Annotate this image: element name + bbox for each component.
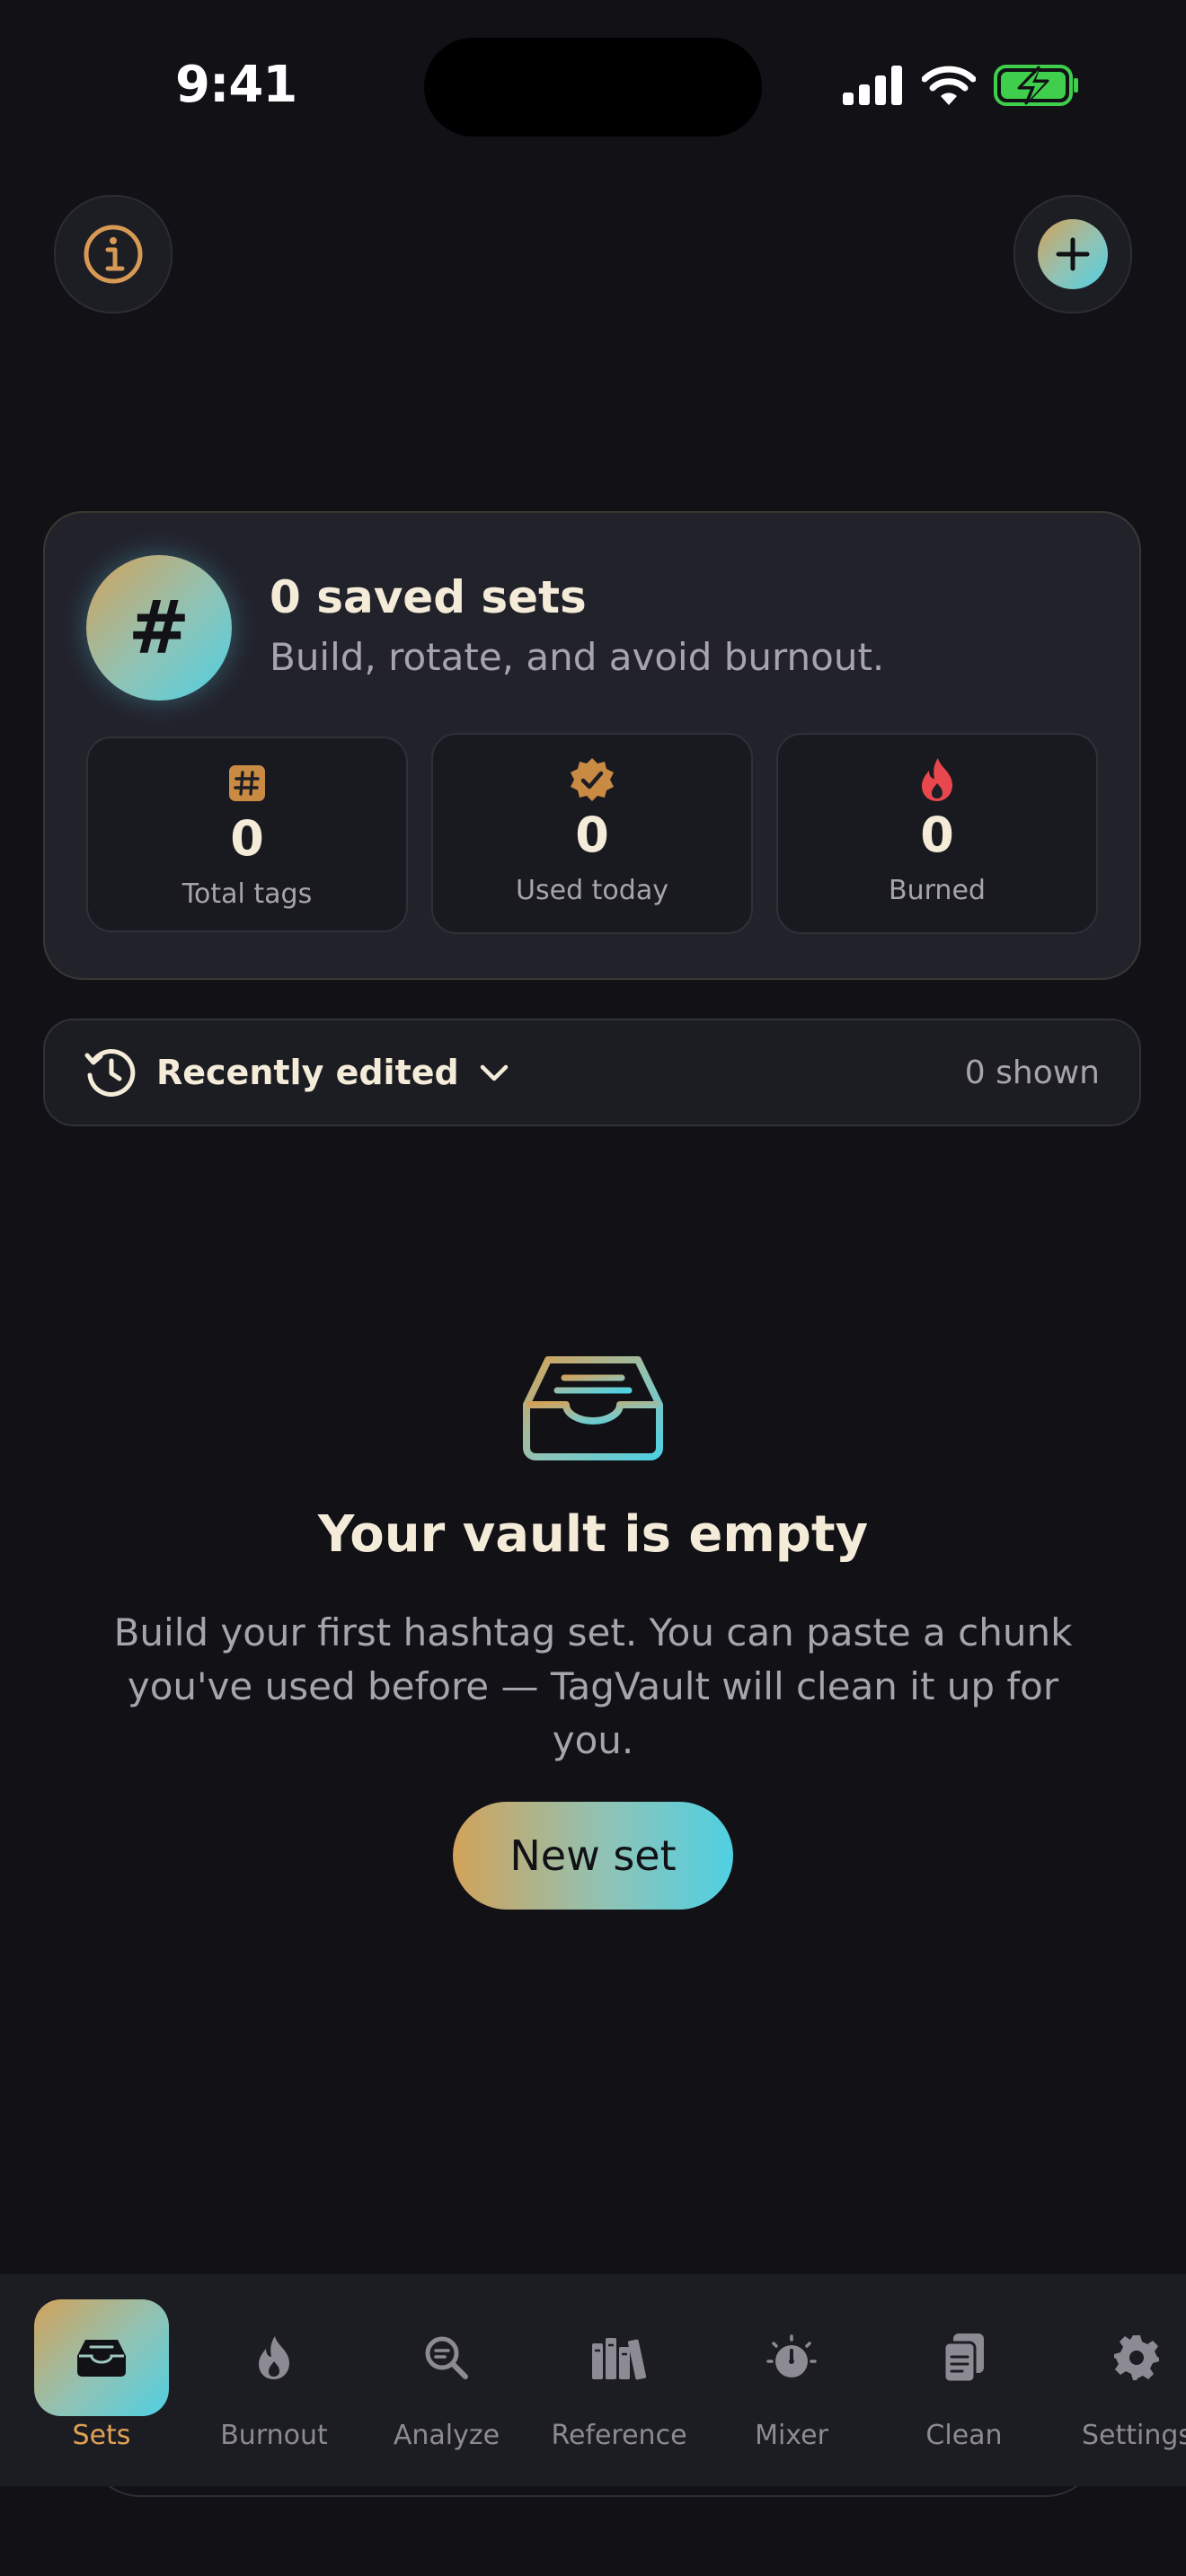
stat-used-today: 0 Used today	[431, 733, 753, 934]
plus-icon	[1038, 219, 1108, 289]
tab-label: Clean	[925, 2420, 1003, 2451]
tab-burnout[interactable]: Burnout	[188, 2299, 360, 2451]
flame-icon	[918, 758, 956, 801]
hashtag-icon: #	[86, 555, 232, 701]
stat-burned: 0 Burned	[776, 733, 1098, 934]
stat-label: Used today	[516, 875, 668, 906]
tab-reference[interactable]: Reference	[533, 2299, 705, 2451]
magnifier-icon	[379, 2299, 514, 2416]
stat-label: Total tags	[181, 878, 313, 910]
tab-analyze[interactable]: Analyze	[360, 2299, 533, 2451]
summary-subtitle: Build, rotate, and avoid burnout.	[270, 635, 885, 679]
status-icons	[843, 61, 1080, 110]
saved-sets-count: 0 saved sets	[270, 571, 587, 623]
empty-state-body: Build your first hashtag set. You can pa…	[113, 1610, 1073, 1762]
status-time: 9:41	[175, 56, 297, 114]
books-icon	[552, 2299, 686, 2416]
stat-value: 0	[575, 807, 609, 863]
tab-label: Reference	[551, 2420, 687, 2451]
hash-badge-icon	[229, 763, 265, 803]
new-set-button[interactable]: New set	[453, 1802, 733, 1910]
battery-charging-icon	[994, 65, 1078, 106]
stat-value: 0	[230, 810, 264, 867]
tab-label: Sets	[72, 2420, 131, 2451]
gear-icon	[1069, 2299, 1186, 2416]
tab-settings[interactable]: Settings	[1050, 2299, 1186, 2451]
stat-label: Burned	[889, 875, 986, 906]
wifi-icon	[922, 66, 976, 105]
info-button[interactable]	[54, 195, 173, 313]
tray-icon	[34, 2299, 169, 2416]
verified-badge-icon	[569, 758, 615, 801]
sort-bar[interactable]: Recently edited 0 shown	[43, 1019, 1141, 1126]
tab-label: Mixer	[755, 2420, 828, 2451]
tray-icon	[523, 1356, 663, 1460]
info-icon	[84, 225, 143, 284]
flame-icon	[207, 2299, 341, 2416]
tab-label: Burnout	[220, 2420, 328, 2451]
tab-mixer[interactable]: Mixer	[705, 2299, 878, 2451]
clipboard-icon	[897, 2299, 1031, 2416]
history-icon	[84, 1048, 136, 1097]
tab-sets[interactable]: Sets	[15, 2299, 188, 2451]
shown-count: 0 shown	[964, 1054, 1100, 1091]
chevron-down-icon[interactable]	[479, 1062, 509, 1083]
sort-label[interactable]: Recently edited	[156, 1053, 459, 1092]
stat-total-tags: 0 Total tags	[86, 737, 408, 932]
dynamic-island	[424, 38, 762, 137]
add-set-button[interactable]	[1013, 195, 1132, 313]
empty-state-title: Your vault is empty	[317, 1505, 869, 1564]
cellular-signal-icon	[843, 66, 902, 105]
tab-label: Analyze	[393, 2420, 500, 2451]
tab-clean[interactable]: Clean	[878, 2299, 1050, 2451]
timer-icon	[724, 2299, 859, 2416]
tab-label: Settings	[1082, 2420, 1186, 2451]
stat-value: 0	[920, 807, 954, 863]
